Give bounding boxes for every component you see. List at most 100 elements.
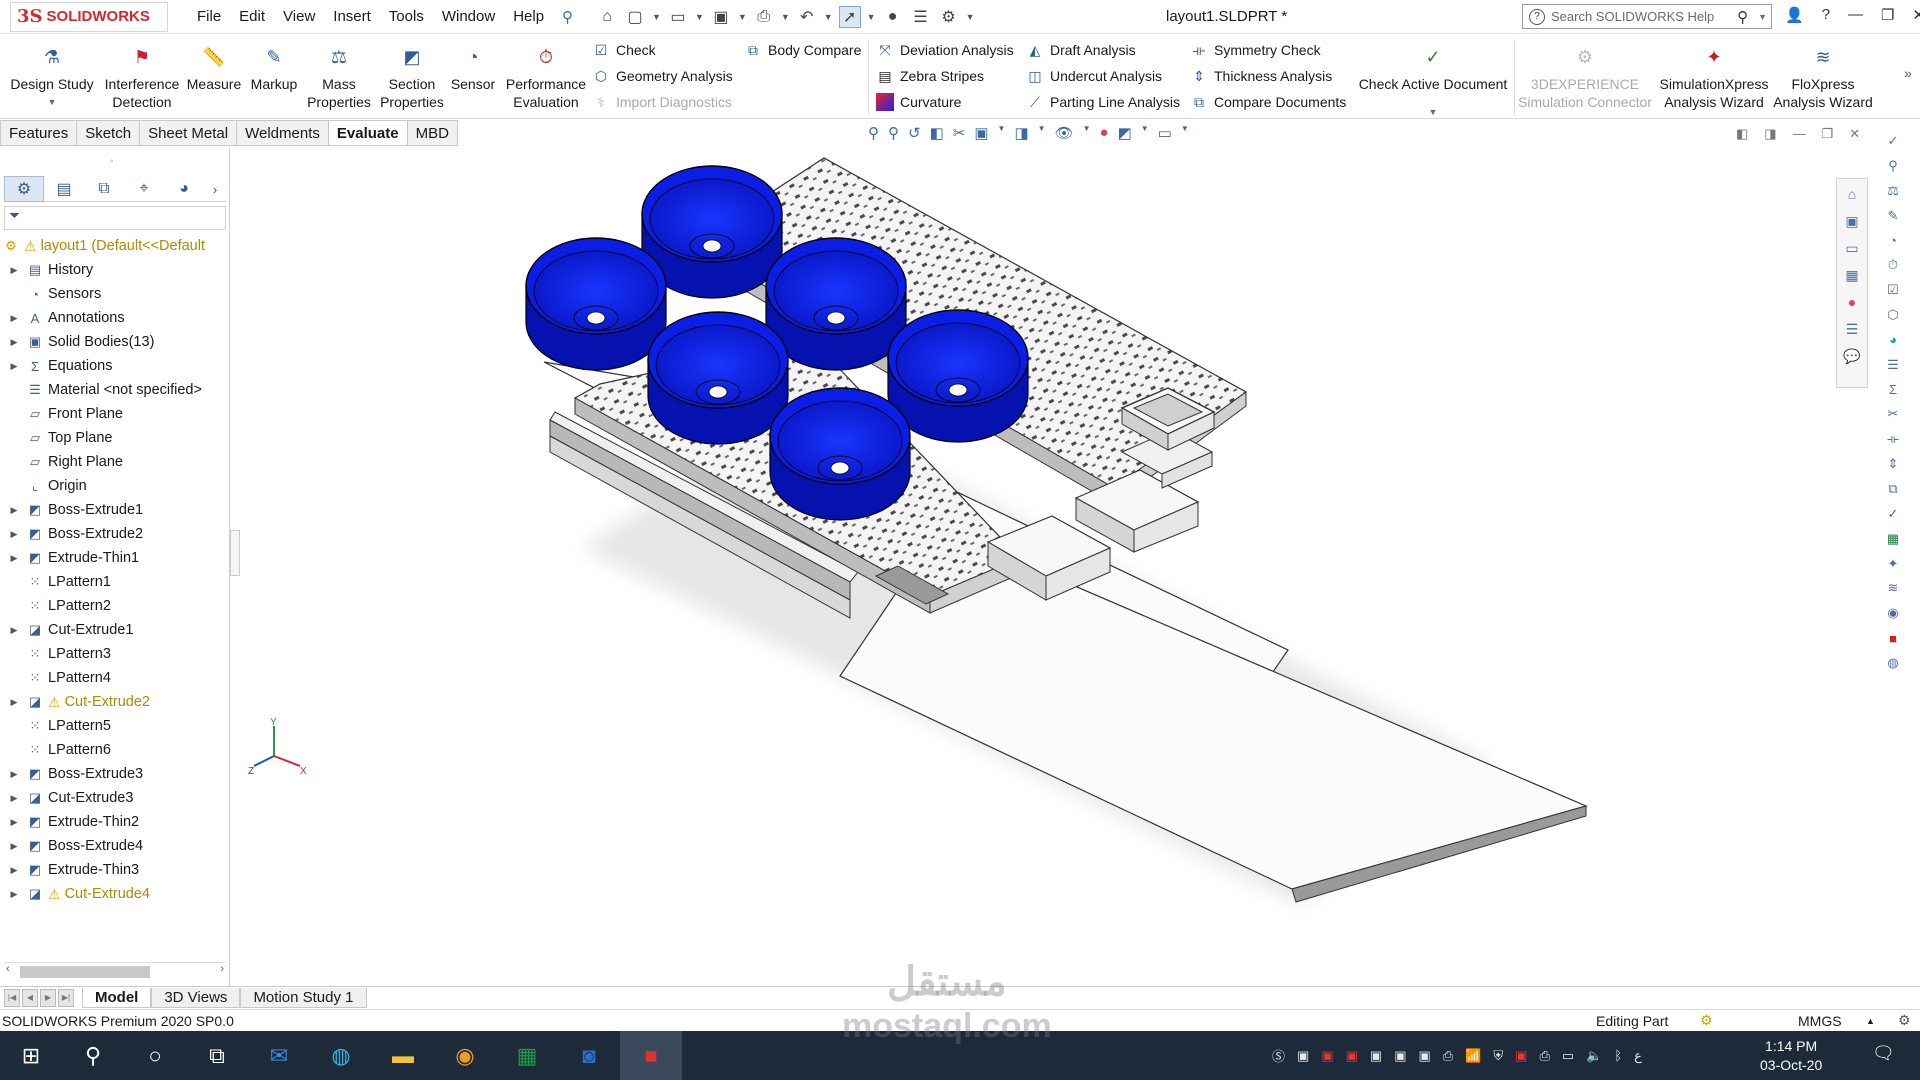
folder-icon[interactable]: ▭ xyxy=(1841,237,1863,259)
interference-detection-button[interactable]: ⚑ Interference Detection xyxy=(102,45,182,111)
tree-item[interactable]: ▶ ◪ Cut-Extrude1 xyxy=(0,618,230,642)
expand-arrow-icon[interactable]: ▶ xyxy=(8,625,20,636)
units-dropdown-icon[interactable]: ▲ xyxy=(1866,1016,1875,1026)
open-dropdown-icon[interactable]: ▼ xyxy=(695,12,704,22)
scroll-left-icon[interactable]: ‹ xyxy=(6,963,10,975)
menu-view[interactable]: View xyxy=(274,8,324,26)
deviation-analysis-button[interactable]: ⤧ Deviation Analysis xyxy=(876,41,1013,59)
tab-model[interactable]: Model xyxy=(82,987,152,1008)
viewport-close-icon[interactable]: ✕ xyxy=(1849,126,1860,142)
tray-red-icon[interactable]: ▣ xyxy=(1515,1048,1527,1064)
skype-icon[interactable]: Ⓢ xyxy=(1272,1046,1285,1065)
tree-item[interactable]: ▱ Front Plane xyxy=(0,402,230,426)
performance-evaluation-button[interactable]: ⏱ Performance Evaluation xyxy=(502,45,590,111)
tab-mbd[interactable]: MBD xyxy=(406,120,458,146)
verify-icon[interactable]: ◉ xyxy=(1883,604,1903,622)
scene-dropdown-icon[interactable]: ▼ xyxy=(1141,124,1149,142)
notification-icon[interactable]: 🗨 xyxy=(1872,1043,1895,1064)
tree-item[interactable]: ▱ Right Plane xyxy=(0,450,230,474)
menu-edit[interactable]: Edit xyxy=(230,8,274,26)
list-icon[interactable]: ☰ xyxy=(1883,356,1903,374)
scroll-right-icon[interactable]: › xyxy=(220,963,224,975)
globe-icon[interactable]: ◍ xyxy=(1883,654,1903,672)
tree-item[interactable]: ▶ ◩ Boss-Extrude1 xyxy=(0,498,230,522)
hide-show-dropdown-icon[interactable]: ▼ xyxy=(1083,124,1091,142)
check-button[interactable]: ☑ Check xyxy=(592,41,656,59)
expand-arrow-icon[interactable]: ▶ xyxy=(8,313,20,324)
traffic-light-icon[interactable]: ● xyxy=(882,6,904,28)
windows-start-icon[interactable]: ⊞ xyxy=(0,1031,62,1080)
tray-sw-3dx-icon[interactable]: ▣ xyxy=(1394,1048,1406,1064)
tab-evaluate[interactable]: Evaluate xyxy=(327,120,407,146)
tree-item[interactable]: ▶ ▣ Solid Bodies(13) xyxy=(0,330,230,354)
expand-arrow-icon[interactable]: ▶ xyxy=(8,841,20,852)
tree-item[interactable]: ⁙ LPattern6 xyxy=(0,738,230,762)
expand-arrow-icon[interactable]: ▶ xyxy=(8,505,20,516)
draft-analysis-button[interactable]: ◭ Draft Analysis xyxy=(1026,41,1136,59)
tray-vpn-icon[interactable]: ▣ xyxy=(1419,1048,1431,1064)
expand-arrow-icon[interactable]: ▶ xyxy=(8,865,20,876)
check-active-document-dropdown-icon[interactable]: ▼ xyxy=(1356,103,1510,121)
appearances-icon[interactable]: ● xyxy=(1841,291,1863,313)
color-wheel-icon[interactable]: ◕ xyxy=(1883,331,1903,349)
view-settings-dropdown-icon[interactable]: ▼ xyxy=(1181,124,1189,142)
menu-help[interactable]: Help xyxy=(504,8,553,26)
wifi-icon[interactable]: 📶 xyxy=(1465,1048,1481,1064)
save-dropdown-icon[interactable]: ▼ xyxy=(738,12,747,22)
tree-item[interactable]: ▶ ◪ ⚠ Cut-Extrude4 xyxy=(0,882,230,906)
thickness-side-icon[interactable]: ⇕ xyxy=(1883,455,1903,473)
panel-grip-icon[interactable]: ◦ xyxy=(110,156,114,167)
print-dropdown-icon[interactable]: ▼ xyxy=(781,12,790,22)
compare-documents-button[interactable]: ⧉ Compare Documents xyxy=(1190,93,1346,111)
tree-item[interactable]: ▶ A Annotations xyxy=(0,306,230,330)
measure-button[interactable]: 📏 Measure xyxy=(186,45,242,93)
property-manager-tab-icon[interactable]: ▤ xyxy=(44,176,84,202)
tree-item[interactable]: ▶ ◩ Boss-Extrude4 xyxy=(0,834,230,858)
file-properties-icon[interactable]: ☰ xyxy=(910,6,932,28)
close-icon[interactable]: ✕ xyxy=(1912,6,1920,24)
mail-icon[interactable]: ✉ xyxy=(248,1031,310,1080)
markup-button[interactable]: ✎ Markup xyxy=(248,45,300,93)
tree-item[interactable]: ▶ ◩ Extrude-Thin3 xyxy=(0,858,230,882)
sum-icon[interactable]: Σ xyxy=(1883,381,1903,399)
task-view-icon[interactable]: ⧉ xyxy=(186,1031,248,1080)
expand-arrow-icon[interactable]: ▶ xyxy=(8,793,20,804)
help-icon[interactable]: ? xyxy=(1822,6,1830,24)
zoom-to-fit-icon[interactable]: ⚲ xyxy=(868,124,879,142)
options-gear-icon[interactable]: ⚙ xyxy=(938,6,960,28)
home-view-icon[interactable]: ⌂ xyxy=(1841,183,1863,205)
battery-icon[interactable]: ▭ xyxy=(1562,1048,1574,1064)
measure-tool-icon[interactable]: ⚖ xyxy=(1883,182,1903,200)
tab-features[interactable]: Features xyxy=(0,120,77,146)
select-cursor-icon[interactable]: ➚ xyxy=(838,5,861,28)
sensor-side-icon[interactable]: ◔ xyxy=(1883,231,1903,249)
tree-item[interactable]: ▶ Σ Equations xyxy=(0,354,230,378)
configuration-manager-tab-icon[interactable]: ⧉ xyxy=(84,176,124,202)
new-dropdown-icon[interactable]: ▼ xyxy=(652,12,661,22)
display-style-icon[interactable]: ◨ xyxy=(1014,124,1028,142)
tree-horizontal-scrollbar[interactable]: ‹ › xyxy=(4,962,226,980)
tab-sketch[interactable]: Sketch xyxy=(76,120,140,146)
design-study-dropdown-icon[interactable]: ▼ xyxy=(8,93,96,111)
tray-sw-icon[interactable]: ▣ xyxy=(1370,1048,1382,1064)
tree-item[interactable]: ▶ ◩ Boss-Extrude2 xyxy=(0,522,230,546)
symmetry-side-icon[interactable]: ⟛ xyxy=(1883,430,1903,448)
tree-item[interactable]: ⁙ LPattern2 xyxy=(0,594,230,618)
section-properties-button[interactable]: ◩ Section Properties xyxy=(378,45,446,111)
chrome-icon[interactable]: ◉ xyxy=(434,1031,496,1080)
search-icon[interactable]: ⚲ xyxy=(62,1031,124,1080)
manager-tabs-more-icon[interactable]: › xyxy=(204,176,226,202)
tray-printer-icon[interactable]: ⎙ xyxy=(1443,1048,1453,1064)
geometry-analysis-button[interactable]: ⬡ Geometry Analysis xyxy=(592,67,733,85)
viewport-tile-left-icon[interactable]: ◧ xyxy=(1736,126,1748,142)
shield-icon[interactable]: ⛨ xyxy=(1493,1048,1503,1064)
dynamic-annotation-icon[interactable]: ✂ xyxy=(953,124,966,142)
tools-icon[interactable]: ✂ xyxy=(1883,405,1903,423)
tree-item[interactable]: ▶ ▤ History xyxy=(0,258,230,282)
experience-connector-button[interactable]: ⚙ 3DEXPERIENCE Simulation Connector xyxy=(1516,45,1654,111)
apply-scene-icon[interactable]: ◩ xyxy=(1118,124,1132,142)
expand-arrow-icon[interactable]: ▶ xyxy=(8,529,20,540)
help-search-box[interactable]: ? Search SOLIDWORKS Help ⚲ ▼ xyxy=(1522,4,1772,29)
forum-icon[interactable]: 💬 xyxy=(1841,345,1863,367)
tree-item[interactable]: ▶ ◩ Extrude-Thin1 xyxy=(0,546,230,570)
